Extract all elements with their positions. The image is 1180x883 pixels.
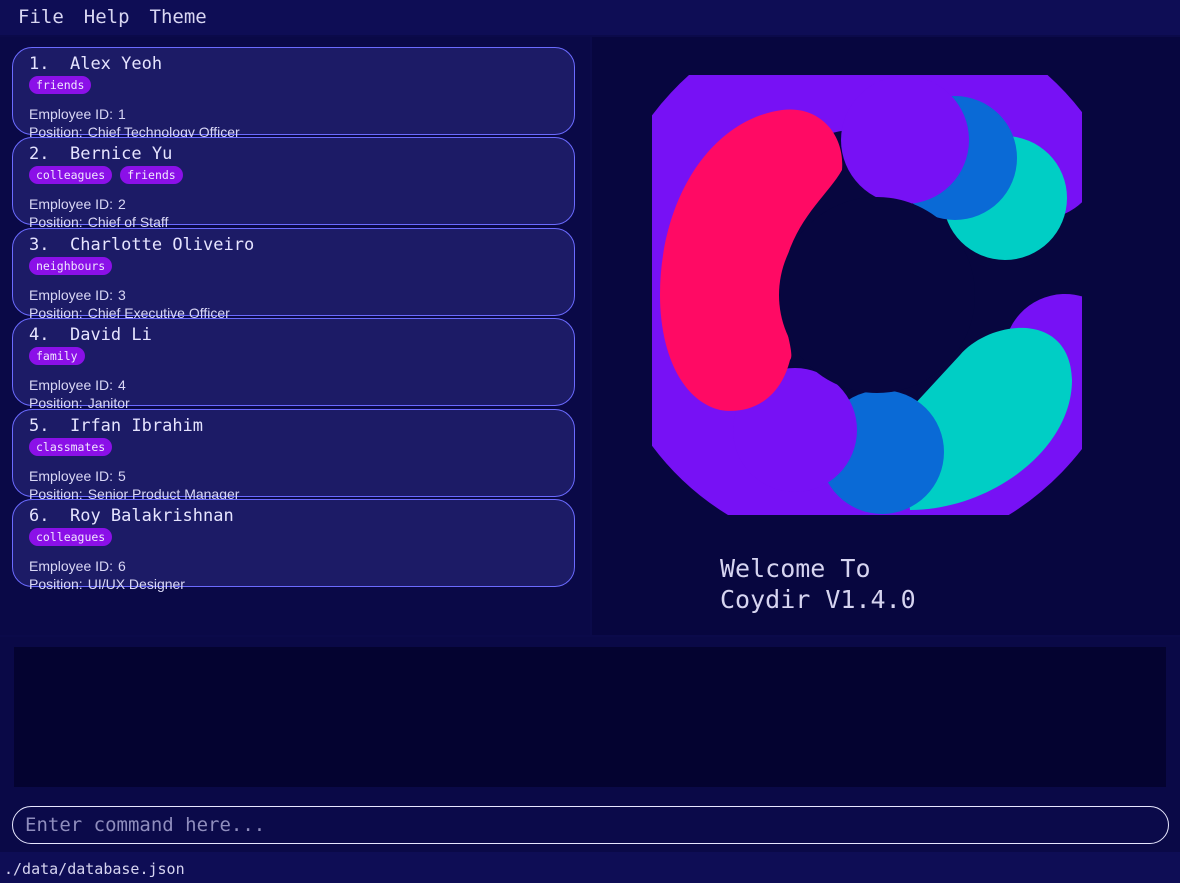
menu-file[interactable]: File — [18, 0, 64, 35]
tag: neighbours — [29, 257, 113, 275]
employee-id: Employee ID: 5 — [29, 468, 126, 484]
person-card[interactable]: 1. Alex Yeoh friends Employee ID: 1 Posit… — [12, 47, 575, 140]
tag-list: colleagues friends — [29, 166, 183, 184]
person-name: 6. Roy Balakrishnan — [29, 506, 234, 526]
person-name: 4. David Li — [29, 325, 152, 345]
person-name: 5. Irfan Ibrahim — [29, 416, 204, 436]
welcome-message: Welcome To Coydir V1.4.0 — [720, 553, 916, 615]
tag: friends — [120, 166, 183, 184]
person-list-panel[interactable]: 1. Alex Yeoh friends Employee ID: 1 Posit… — [0, 37, 590, 635]
person-card[interactable]: 3. Charlotte Oliveiro neighbours Employe… — [12, 228, 575, 321]
menu-bar: File Help Theme — [0, 0, 1180, 35]
tag: family — [29, 347, 85, 365]
command-input[interactable] — [12, 806, 1169, 844]
result-display-panel — [0, 637, 1180, 797]
person-card[interactable]: 4. David Li family Employee ID: 4 Positio… — [12, 318, 575, 411]
tag: colleagues — [29, 528, 113, 546]
tag-list: classmates — [29, 438, 113, 456]
tag-list: colleagues — [29, 528, 113, 546]
coydir-logo-icon — [652, 75, 1082, 515]
welcome-panel: Welcome To Coydir V1.4.0 — [592, 37, 1180, 635]
tag-list: friends — [29, 76, 92, 94]
position: Position: UI/UX Designer — [29, 576, 185, 592]
employee-id: Employee ID: 3 — [29, 287, 126, 303]
person-card[interactable]: 6. Roy Balakrishnan colleagues Employee … — [12, 499, 575, 592]
person-card[interactable]: 5. Irfan Ibrahim classmates Employee ID:… — [12, 409, 575, 502]
menu-help[interactable]: Help — [84, 0, 130, 35]
welcome-line-2: Coydir V1.4.0 — [720, 585, 916, 614]
person-name: 1. Alex Yeoh — [29, 54, 163, 74]
welcome-line-1: Welcome To — [720, 554, 871, 583]
tag-list: neighbours — [29, 257, 113, 275]
employee-id: Employee ID: 1 — [29, 106, 126, 122]
tag: friends — [29, 76, 92, 94]
employee-id: Employee ID: 4 — [29, 377, 126, 393]
tag: classmates — [29, 438, 113, 456]
person-card[interactable]: 2. Bernice Yu colleagues friends Employe… — [12, 137, 575, 230]
status-bar: ./data/database.json — [0, 852, 1180, 883]
employee-id: Employee ID: 6 — [29, 558, 126, 574]
employee-id: Employee ID: 2 — [29, 196, 126, 212]
result-display[interactable] — [14, 647, 1166, 787]
person-name: 3. Charlotte Oliveiro — [29, 235, 255, 255]
tag: colleagues — [29, 166, 113, 184]
data-file-path: ./data/database.json — [4, 860, 185, 878]
menu-theme[interactable]: Theme — [150, 0, 207, 35]
command-box-panel — [0, 797, 1180, 852]
tag-list: family — [29, 347, 85, 365]
person-name: 2. Bernice Yu — [29, 144, 173, 164]
